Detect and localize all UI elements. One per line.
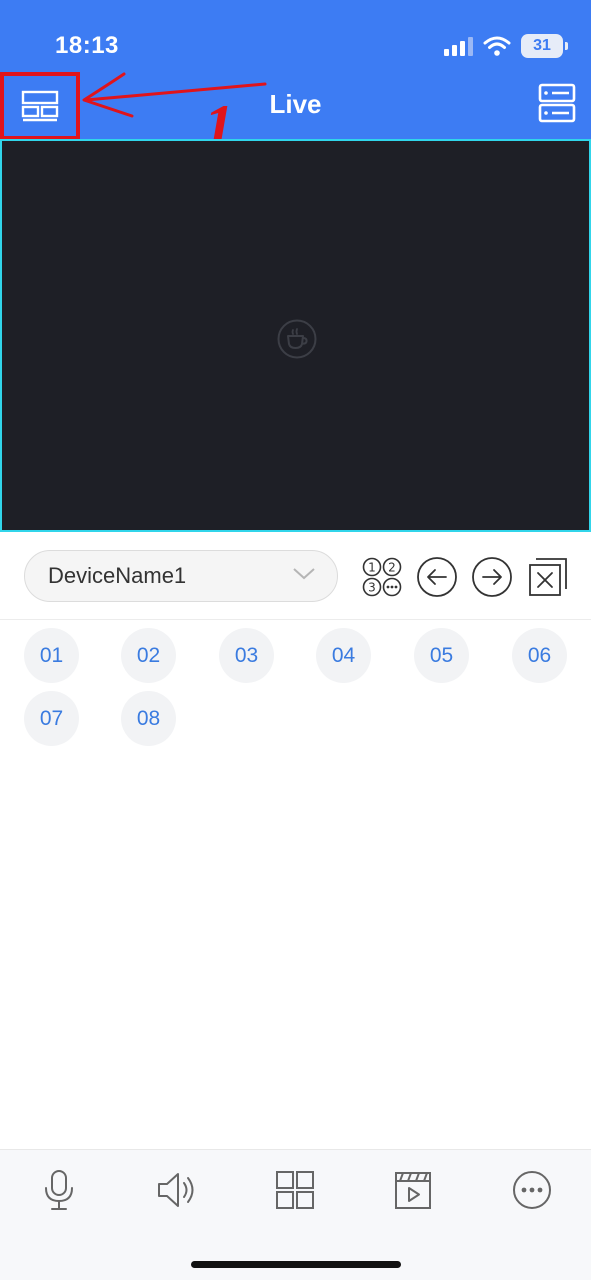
status-time: 18:13: [55, 32, 119, 59]
channel-button[interactable]: 07: [24, 691, 79, 746]
svg-text:1: 1: [368, 561, 376, 575]
speaker-icon[interactable]: [155, 1168, 199, 1212]
channel-button[interactable]: 01: [24, 628, 79, 683]
battery-icon: 31: [521, 34, 568, 58]
device-select[interactable]: DeviceName1: [24, 550, 338, 602]
microphone-icon[interactable]: [37, 1168, 81, 1212]
bottom-toolbar: [0, 1149, 591, 1280]
channel-button[interactable]: 04: [316, 628, 371, 683]
page-title: Live: [269, 89, 322, 119]
home-indicator: [191, 1261, 401, 1268]
channel-numbers-icon[interactable]: 1 2 3: [361, 556, 403, 598]
arrow-right-circle-icon[interactable]: [471, 556, 513, 598]
status-icons: 31: [443, 34, 568, 58]
more-icon[interactable]: [510, 1168, 554, 1212]
channel-button[interactable]: 02: [121, 628, 176, 683]
grid-icon[interactable]: [273, 1168, 317, 1212]
cellular-signal-icon: [444, 37, 473, 56]
playback-clapper-icon[interactable]: [391, 1168, 435, 1212]
close-all-icon[interactable]: [527, 556, 569, 598]
svg-text:3: 3: [368, 581, 376, 595]
channel-button[interactable]: 08: [121, 691, 176, 746]
header-bar: 18:13 31 Live 1: [0, 0, 591, 156]
coffee-cup-icon: [277, 319, 317, 359]
channel-button[interactable]: 05: [414, 628, 469, 683]
arrow-left-circle-icon[interactable]: [416, 556, 458, 598]
channel-button[interactable]: 06: [512, 628, 567, 683]
battery-level: 31: [533, 37, 551, 54]
device-list-icon[interactable]: [537, 82, 577, 124]
device-name: DeviceName1: [48, 563, 187, 588]
svg-text:2: 2: [388, 561, 396, 575]
channel-button[interactable]: 03: [219, 628, 274, 683]
chevron-down-icon: [293, 568, 315, 580]
device-controls: DeviceName1 1 2 3: [0, 540, 591, 620]
video-viewport[interactable]: [0, 139, 591, 532]
wifi-icon: [483, 36, 511, 56]
